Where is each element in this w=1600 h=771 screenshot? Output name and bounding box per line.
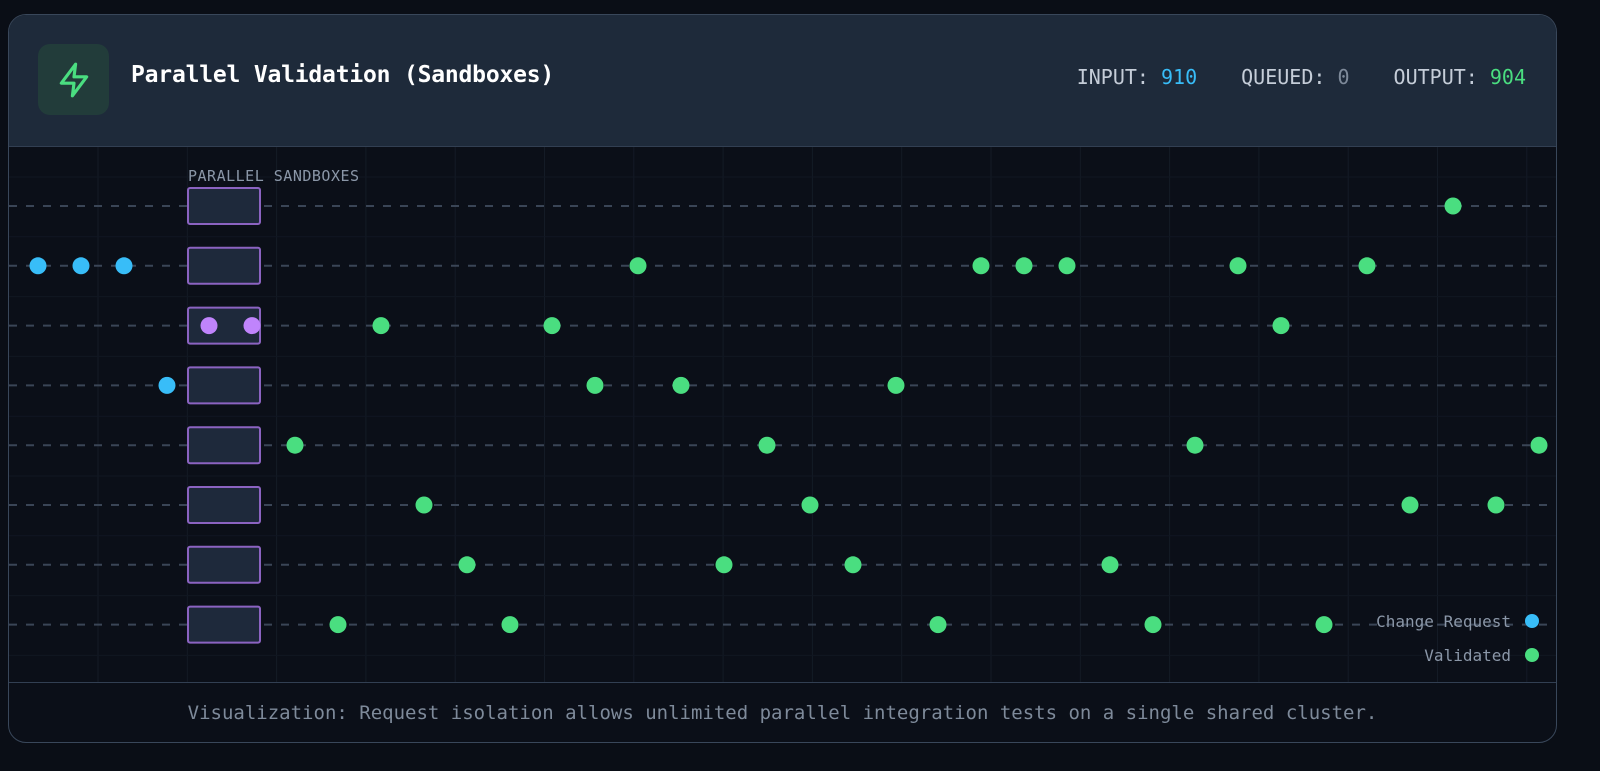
sandbox-box [187, 545, 261, 584]
validated-dot [801, 496, 819, 514]
lightning-bolt-icon [59, 62, 88, 97]
validated-dot [844, 556, 862, 574]
request-dot [158, 376, 176, 394]
validated-dot [1015, 257, 1033, 275]
validated-dot [1315, 616, 1333, 634]
validated-dot [586, 376, 604, 394]
output-label: OUTPUT: [1393, 65, 1478, 89]
validated-dot [1229, 257, 1247, 275]
validated-dot [286, 436, 304, 454]
validated-dot [887, 376, 905, 394]
queued-value: 0 [1337, 65, 1350, 89]
validated-dot [629, 257, 647, 275]
sandbox-list [187, 187, 261, 644]
request-dot [115, 257, 133, 275]
logo-badge [38, 44, 109, 115]
section-label: PARALLEL SANDBOXES [188, 167, 360, 185]
validated-dot [1144, 616, 1162, 634]
validated-dot [715, 556, 733, 574]
validated-dot [415, 496, 433, 514]
validated-dot [1058, 257, 1076, 275]
request-dot [72, 257, 90, 275]
pipeline-card: Parallel Validation (Sandboxes) INPUT: 9… [8, 14, 1557, 743]
stats-bar: INPUT: 910 QUEUED: 0 OUTPUT: 904 [1077, 65, 1526, 89]
caption-text: Visualization: Request isolation allows … [187, 702, 1378, 724]
stat-input: INPUT: 910 [1077, 65, 1197, 89]
validated-dot [672, 376, 690, 394]
background-grid [9, 147, 1556, 682]
stat-queued: QUEUED: 0 [1241, 65, 1349, 89]
request-dot [29, 257, 47, 275]
validated-dot [1358, 257, 1376, 275]
sandbox-visualization: PARALLEL SANDBOXES Change Request Validat… [9, 147, 1556, 682]
sandbox-box [187, 605, 261, 644]
sandbox-box [187, 187, 261, 225]
legend-dot [1525, 648, 1539, 662]
sandbox-box [187, 486, 261, 524]
validated-dot [1487, 496, 1505, 514]
sandbox-box [187, 426, 261, 465]
validated-dot [1186, 436, 1204, 454]
input-value: 910 [1161, 65, 1198, 89]
validated-dot [501, 616, 519, 634]
validated-dot [929, 616, 947, 634]
stat-output: OUTPUT: 904 [1394, 65, 1526, 89]
validated-dot [1401, 496, 1419, 514]
processing-dot [243, 317, 261, 335]
legend-dot [1525, 614, 1539, 628]
input-label: INPUT: [1076, 65, 1149, 89]
validated-dot [758, 436, 776, 454]
card-header: Parallel Validation (Sandboxes) INPUT: 9… [9, 15, 1556, 147]
validated-dot [1444, 197, 1462, 215]
processing-dot [200, 317, 218, 335]
legend-label: Change Request [1376, 612, 1511, 631]
validated-dot [972, 257, 990, 275]
validated-dot [458, 556, 476, 574]
sandbox-box [187, 366, 261, 405]
validated-dot [1101, 556, 1119, 574]
sandbox-box [187, 246, 261, 285]
page-title: Parallel Validation (Sandboxes) [131, 62, 555, 88]
validated-dot [372, 317, 390, 335]
legend-label: Validated [1424, 646, 1511, 665]
validated-dot [543, 317, 561, 335]
output-value: 904 [1489, 65, 1526, 89]
queued-label: QUEUED: [1241, 65, 1326, 89]
validated-dot [1530, 436, 1548, 454]
footer-caption: Visualization: Request isolation allows … [9, 682, 1556, 742]
validated-dot [329, 616, 347, 634]
legend: Change Request Validated [1376, 612, 1539, 665]
validated-dot [1272, 317, 1290, 335]
